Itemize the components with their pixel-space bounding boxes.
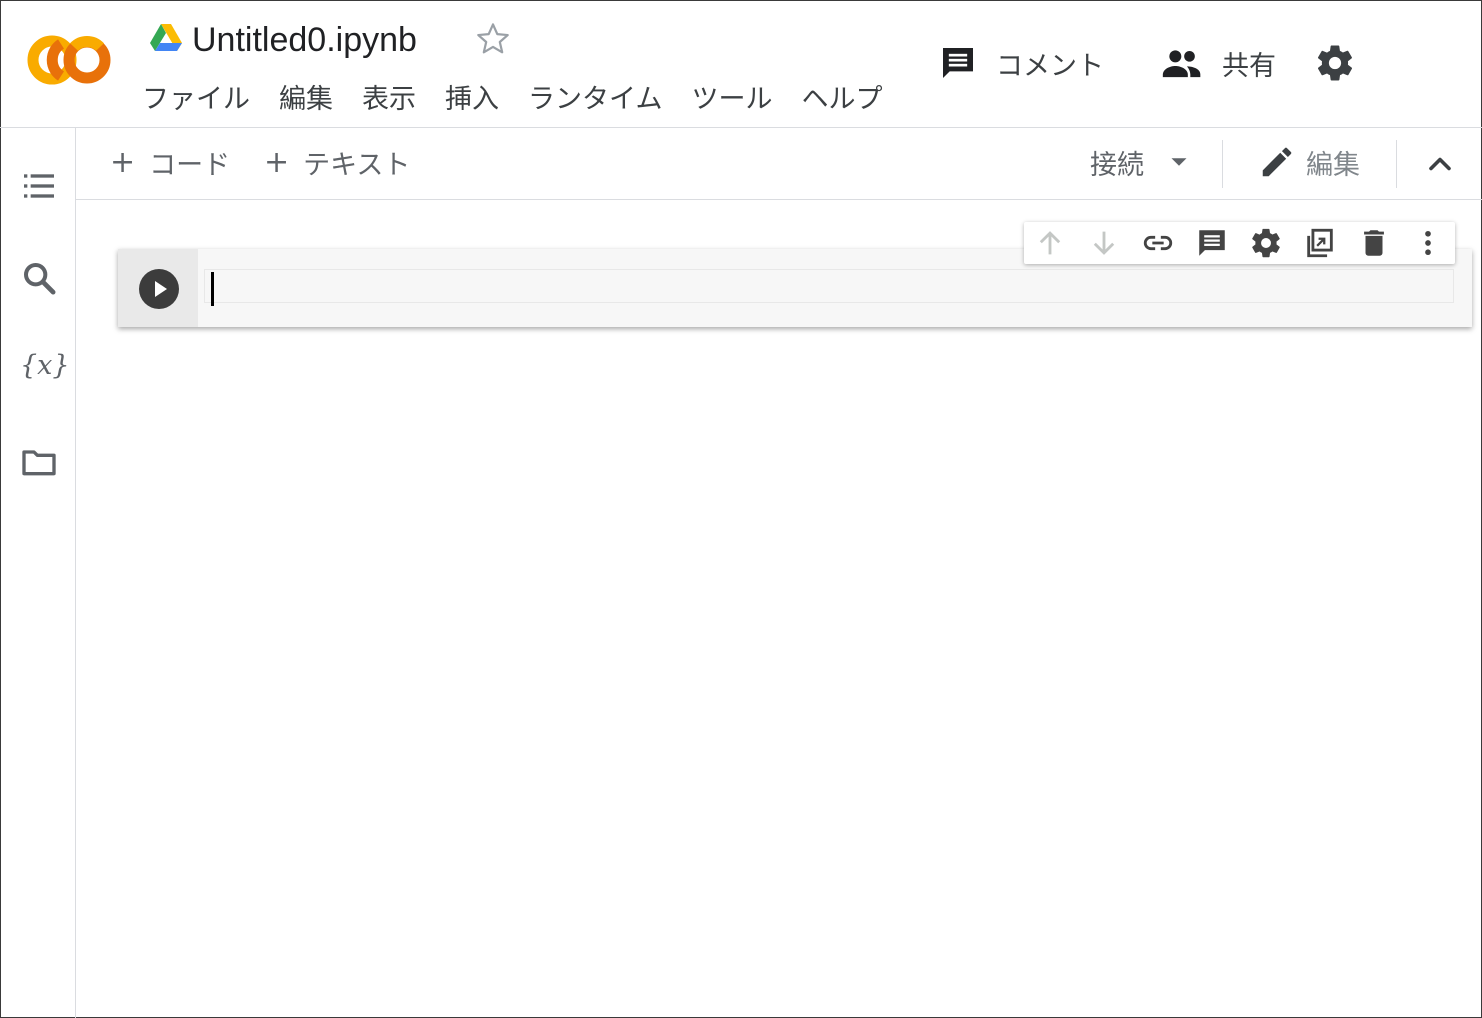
menu-insert[interactable]: 挿入 [445,82,499,118]
plus-icon: + [110,144,136,180]
notebook-title[interactable]: Untitled0.ipynb [192,18,417,62]
menu-edit[interactable]: 編集 [279,82,333,118]
menu-runtime[interactable]: ランタイム [528,82,662,118]
edit-mode-button[interactable]: 編集 [1258,142,1360,182]
code-editor[interactable] [204,269,1454,306]
menu-file[interactable]: ファイル [142,82,250,118]
add-code-button[interactable]: + コード [110,142,230,182]
folder-icon[interactable] [19,442,59,482]
comment-label: コメント [996,50,1104,82]
search-icon[interactable] [19,258,59,298]
add-text-button[interactable]: + テキスト [264,142,410,182]
comment-button[interactable]: コメント [938,40,1104,86]
delete-trash-icon[interactable] [1357,226,1391,260]
colab-logo[interactable] [26,32,112,88]
table-of-contents-icon[interactable] [19,166,59,206]
chevron-up-icon[interactable] [1422,146,1458,182]
menu-tools[interactable]: ツール [691,82,772,118]
connect-label: 接続 [1090,149,1144,181]
menu-help[interactable]: ヘルプ [801,82,882,118]
dropdown-arrow-icon [1171,158,1187,166]
menu-bar: ファイル 編集 表示 挿入 ランタイム ツール ヘルプ [142,82,911,118]
star-icon[interactable] [474,20,512,58]
left-sidebar: {x} [0,128,76,1018]
cell-gutter [118,249,198,327]
menu-view[interactable]: 表示 [362,82,416,118]
mirror-cell-icon[interactable] [1303,226,1337,260]
notebook-toolbar: + コード + テキスト 接続 編集 [76,128,1482,200]
add-code-label: コード [149,149,231,181]
cell-settings-gear-icon[interactable] [1249,226,1283,260]
share-button[interactable]: 共有 [1160,40,1276,86]
text-cursor [211,272,214,306]
share-label: 共有 [1222,50,1276,82]
more-vert-icon[interactable] [1411,226,1445,260]
toolbar-divider [1396,140,1397,188]
people-icon [1162,50,1201,78]
comment-icon[interactable] [1195,226,1229,260]
pencil-icon [1262,147,1292,177]
add-text-label: テキスト [303,149,411,181]
edit-label: 編集 [1306,149,1360,181]
comment-icon [943,48,973,78]
app-header: Untitled0.ipynb ファイル 編集 表示 挿入 ランタイム ツール … [0,0,1482,128]
move-up-icon[interactable] [1033,226,1067,260]
toolbar-divider [1222,140,1223,188]
cell-toolbar [1024,222,1455,264]
move-down-icon[interactable] [1087,226,1121,260]
google-drive-icon[interactable] [150,24,182,52]
run-cell-icon[interactable] [138,268,180,310]
settings-gear-icon[interactable] [1314,42,1356,84]
variables-icon[interactable]: {x} [20,350,70,381]
plus-icon: + [264,144,290,180]
connect-button[interactable]: 接続 [1090,142,1194,182]
link-icon[interactable] [1141,226,1175,260]
